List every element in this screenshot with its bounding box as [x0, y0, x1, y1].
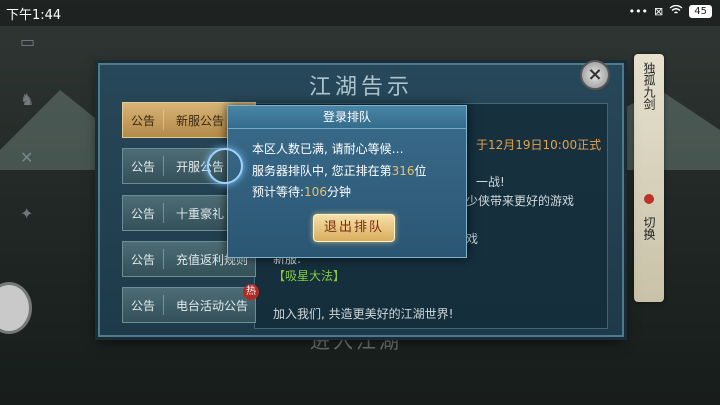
server-name: 独孤九剑	[642, 62, 656, 110]
wait-time-text: 预计等待:106分钟	[252, 185, 351, 199]
hot-badge: 热	[243, 284, 259, 300]
tab-label: 电台活动公告	[176, 298, 249, 313]
tab-tag: 公告	[130, 113, 155, 128]
notice-line-2: 少侠带来更好的游戏	[466, 194, 575, 208]
wifi-icon	[669, 4, 683, 18]
dialog-title: 登录排队	[228, 106, 466, 129]
board-title: 江湖告示	[308, 75, 413, 100]
status-icons: ••• ⊠ 45	[628, 4, 712, 18]
notice-line-1: 一战!	[476, 175, 505, 189]
login-queue-dialog: 登录排队 本区人数已满, 请耐心等候… 服务器排队中, 您正排在第316位 预计…	[227, 105, 467, 258]
tab-tag: 公告	[130, 252, 155, 267]
status-bar: 下午1:44 ••• ⊠ 45	[0, 0, 720, 26]
join-text: 加入我们, 共造更美好的江湖世界!	[273, 307, 454, 321]
server-side-tab[interactable]: 独孤九剑 切换	[634, 54, 664, 302]
queue-full-text: 本区人数已满, 请耐心等候…	[252, 142, 404, 156]
queue-position-text: 服务器排队中, 您正排在第316位	[252, 164, 427, 178]
tab-tag: 公告	[130, 159, 155, 174]
server-status-dot	[644, 194, 654, 204]
wait-minutes: 106	[304, 185, 327, 199]
touch-indicator	[207, 148, 243, 184]
exit-queue-button[interactable]: 退出排队	[313, 214, 395, 242]
sim-icon: ⊠	[654, 5, 664, 18]
character-icon[interactable]: ✦	[20, 204, 42, 226]
queue-position: 316	[391, 164, 415, 178]
dots-icon: •••	[628, 5, 649, 18]
battery-icon: 45	[689, 5, 712, 18]
status-time: 下午1:44	[6, 8, 62, 23]
new-server-name: 【吸星大法】	[273, 269, 346, 283]
switch-server-label[interactable]: 切换	[641, 216, 658, 240]
tab-tag: 公告	[130, 206, 155, 221]
tab-tag: 公告	[130, 298, 155, 313]
close-button[interactable]: ×	[580, 60, 610, 90]
notice-line-3: 戏	[466, 232, 479, 246]
tab-radio-event[interactable]: 公告 电台活动公告 热	[122, 284, 259, 323]
notice-date-text: 于12月19日10:00正式	[476, 138, 602, 152]
